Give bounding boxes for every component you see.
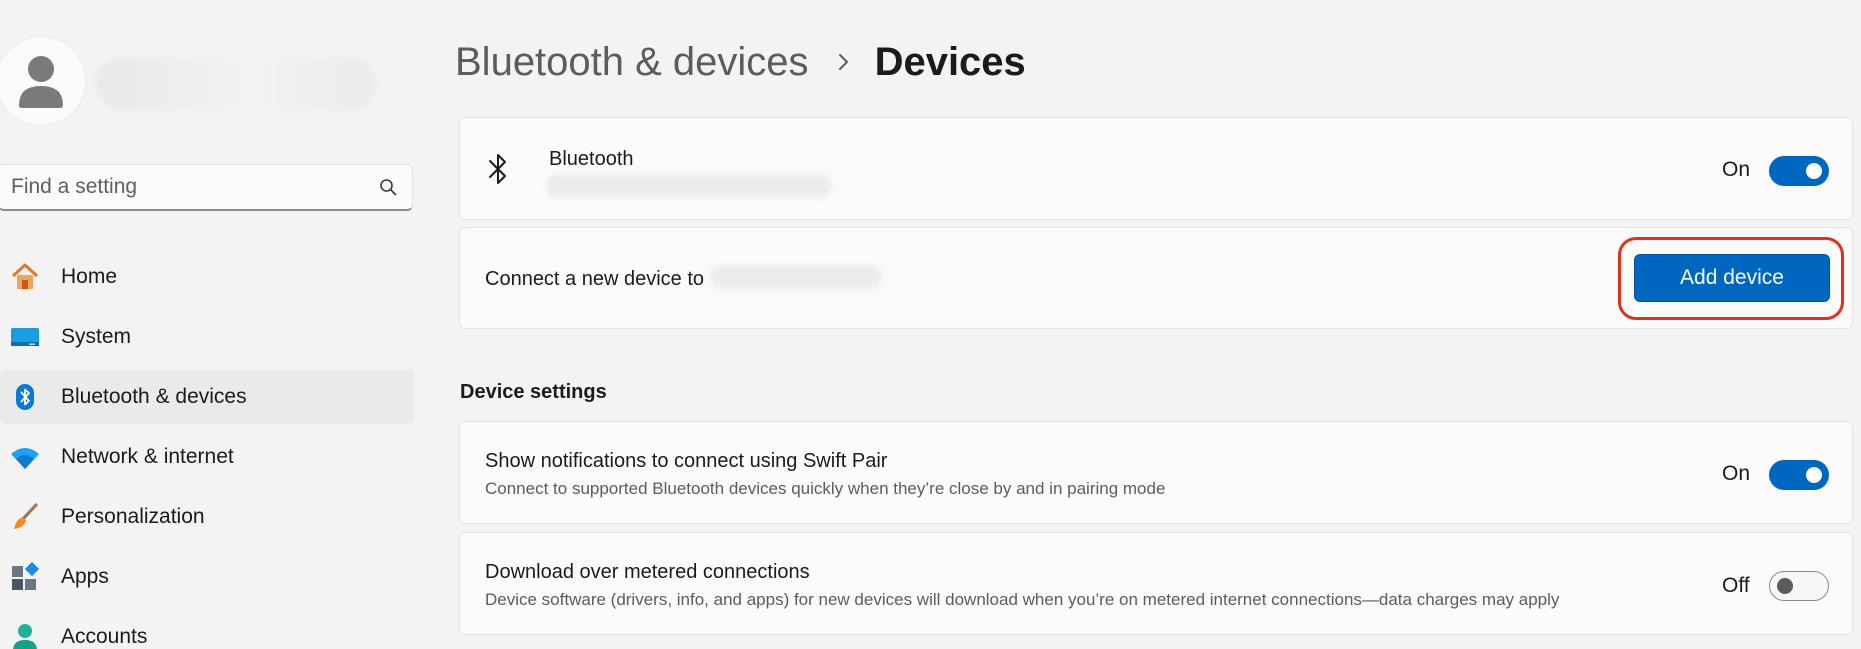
swift-pair-title: Show notifications to connect using Swif… — [485, 450, 888, 472]
bluetooth-icon — [489, 154, 506, 184]
settings-window: Home System — [0, 0, 1861, 649]
metered-state-label: Off — [1722, 574, 1750, 597]
sidebar-item-accounts[interactable]: Accounts — [0, 610, 414, 649]
sidebar-item-network-internet[interactable]: Network & internet — [0, 430, 414, 484]
sidebar-item-apps[interactable]: Apps — [0, 550, 414, 604]
bluetooth-toggle[interactable] — [1769, 156, 1829, 186]
sidebar-item-label: Personalization — [61, 505, 205, 528]
toggle-knob — [1806, 467, 1822, 483]
add-device-button[interactable]: Add device — [1634, 254, 1830, 302]
bluetooth-icon — [10, 382, 40, 412]
search-icon[interactable] — [378, 177, 398, 197]
sidebar-item-system[interactable]: System — [0, 310, 414, 364]
metered-subtitle: Device software (drivers, info, and apps… — [485, 590, 1560, 609]
bluetooth-state-label: On — [1722, 158, 1751, 181]
user-icon — [19, 56, 63, 108]
sidebar: Home System — [0, 0, 420, 649]
sidebar-item-label: Apps — [61, 565, 109, 588]
apps-icon — [10, 562, 40, 592]
device-settings-header: Device settings — [460, 381, 607, 403]
swift-pair-toggle[interactable] — [1769, 460, 1829, 490]
sidebar-item-bluetooth-devices[interactable]: Bluetooth & devices — [0, 370, 414, 424]
search-input[interactable] — [11, 175, 378, 199]
breadcrumb-parent-link[interactable]: Bluetooth & devices — [455, 40, 809, 85]
bluetooth-title: Bluetooth — [549, 148, 634, 170]
connect-device-text: Connect a new device to — [485, 268, 705, 290]
breadcrumb: Bluetooth & devices Devices — [455, 34, 1026, 90]
page-title: Devices — [874, 39, 1026, 84]
device-name-redacted — [546, 174, 832, 198]
swift-pair-state-label: On — [1722, 462, 1751, 485]
chevron-right-icon — [837, 53, 849, 71]
brush-icon — [10, 502, 40, 532]
metered-download-card: Download over metered connections Device… — [459, 532, 1853, 635]
username-redacted — [96, 58, 376, 110]
swift-pair-card: Show notifications to connect using Swif… — [459, 421, 1853, 524]
account-icon — [10, 622, 40, 649]
avatar[interactable] — [0, 36, 86, 126]
sidebar-item-home[interactable]: Home — [0, 250, 414, 304]
pc-name-redacted — [710, 265, 882, 289]
add-device-card: Connect a new device to Add device — [459, 227, 1853, 329]
toggle-knob — [1806, 163, 1822, 179]
home-icon — [10, 262, 40, 292]
toggle-knob — [1777, 578, 1793, 594]
monitor-icon — [10, 322, 40, 352]
swift-pair-subtitle: Connect to supported Bluetooth devices q… — [485, 479, 1166, 498]
sidebar-item-label: Bluetooth & devices — [61, 385, 247, 408]
sidebar-item-label: Accounts — [61, 625, 148, 648]
sidebar-item-label: Home — [61, 265, 118, 288]
sidebar-item-personalization[interactable]: Personalization — [0, 490, 414, 544]
wifi-icon — [10, 442, 40, 472]
metered-title: Download over metered connections — [485, 561, 810, 583]
search-box[interactable] — [0, 164, 413, 211]
metered-toggle[interactable] — [1769, 571, 1829, 601]
sidebar-item-label: Network & internet — [61, 445, 234, 468]
bluetooth-card: Bluetooth On — [459, 117, 1853, 220]
sidebar-nav: Home System Bluetooth & devices Network … — [0, 250, 414, 649]
sidebar-item-label: System — [61, 325, 132, 348]
